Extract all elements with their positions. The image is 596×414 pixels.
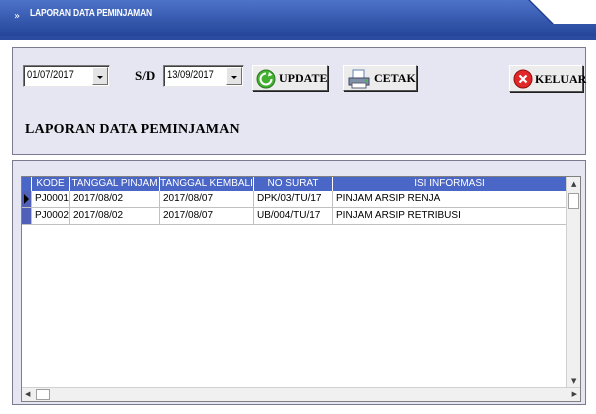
separator-label: S/D (135, 68, 156, 83)
column-header-kode[interactable]: KODE (32, 177, 70, 191)
data-grid[interactable]: KODE TANGGAL PINJAM TANGGAL KEMBALI NO S… (21, 176, 581, 402)
report-heading: LAPORAN DATA PEMINJAMAN (25, 122, 240, 137)
cell-no-surat[interactable]: DPK/03/TU/17 (254, 191, 333, 207)
table-row[interactable]: PJ0001 2017/08/02 2017/08/07 DPK/03/TU/1… (22, 191, 567, 208)
cell-kode[interactable]: PJ0002 (32, 208, 70, 224)
date-to-value: 13/09/2017 (167, 69, 214, 81)
title-bar: » LAPORAN DATA PEMINJAMAN (0, 0, 596, 47)
vertical-scroll-thumb[interactable] (568, 193, 579, 209)
filter-panel: 01/07/2017 S/D 13/09/2017 UPDATE CETAK K… (12, 47, 586, 155)
report-window: » LAPORAN DATA PEMINJAMAN 01/07/2017 S/D… (0, 0, 596, 414)
update-button-label: UPDATE (279, 71, 328, 85)
chevron-down-icon (231, 76, 237, 79)
print-button[interactable]: CETAK (343, 65, 417, 91)
cell-no-surat[interactable]: UB/004/TU/17 (254, 208, 333, 224)
scroll-left-icon[interactable]: ◀ (25, 390, 30, 398)
cell-isi-informasi[interactable]: PINJAM ARSIP RENJA (333, 191, 567, 207)
date-from-dropdown-button[interactable] (92, 67, 108, 85)
scroll-right-icon[interactable]: ▶ (572, 390, 577, 398)
update-button[interactable]: UPDATE (252, 65, 328, 91)
cell-kode[interactable]: PJ0001 (32, 191, 70, 207)
column-header-no-surat[interactable]: NO SURAT (254, 177, 333, 191)
chevron-down-double-icon[interactable]: » (14, 12, 24, 22)
column-header-isi-informasi[interactable]: ISI INFORMASI (333, 177, 567, 191)
cell-tanggal-pinjam[interactable]: 2017/08/02 (70, 191, 160, 207)
print-button-label: CETAK (374, 71, 416, 85)
grid-header: KODE TANGGAL PINJAM TANGGAL KEMBALI NO S… (22, 177, 567, 191)
exit-button[interactable]: KELUAR (509, 65, 587, 92)
printer-icon (348, 69, 370, 89)
column-header-tanggal-kembali[interactable]: TANGGAL KEMBALI (160, 177, 254, 191)
column-header-tanggal-pinjam[interactable]: TANGGAL PINJAM (70, 177, 160, 191)
row-selector[interactable] (22, 208, 32, 224)
chevron-down-icon (97, 76, 103, 79)
cell-tanggal-pinjam[interactable]: 2017/08/02 (70, 208, 160, 224)
date-from-combo[interactable]: 01/07/2017 (23, 65, 110, 87)
date-from-value: 01/07/2017 (27, 69, 74, 81)
row-indicator-header (22, 177, 32, 191)
horizontal-scroll-thumb[interactable] (36, 389, 50, 400)
table-row[interactable]: PJ0002 2017/08/02 2017/08/07 UB/004/TU/1… (22, 208, 567, 225)
cell-tanggal-kembali[interactable]: 2017/08/07 (160, 208, 254, 224)
close-icon (513, 69, 533, 89)
window-title: LAPORAN DATA PEMINJAMAN (30, 8, 153, 19)
date-to-combo[interactable]: 13/09/2017 (163, 65, 244, 87)
title-bar-background (0, 0, 596, 40)
exit-button-label: KELUAR (535, 72, 587, 86)
vertical-scrollbar[interactable]: ▲ ▼ (566, 177, 580, 387)
grid-panel: KODE TANGGAL PINJAM TANGGAL KEMBALI NO S… (12, 160, 586, 405)
refresh-icon (256, 69, 276, 89)
cell-tanggal-kembali[interactable]: 2017/08/07 (160, 191, 254, 207)
scroll-up-icon[interactable]: ▲ (571, 180, 576, 188)
scroll-down-icon[interactable]: ▼ (571, 377, 576, 385)
date-to-dropdown-button[interactable] (226, 67, 242, 85)
cell-isi-informasi[interactable]: PINJAM ARSIP RETRIBUSI (333, 208, 567, 224)
row-selector[interactable] (22, 191, 32, 207)
horizontal-scrollbar[interactable]: ◀ ▶ (22, 387, 580, 401)
